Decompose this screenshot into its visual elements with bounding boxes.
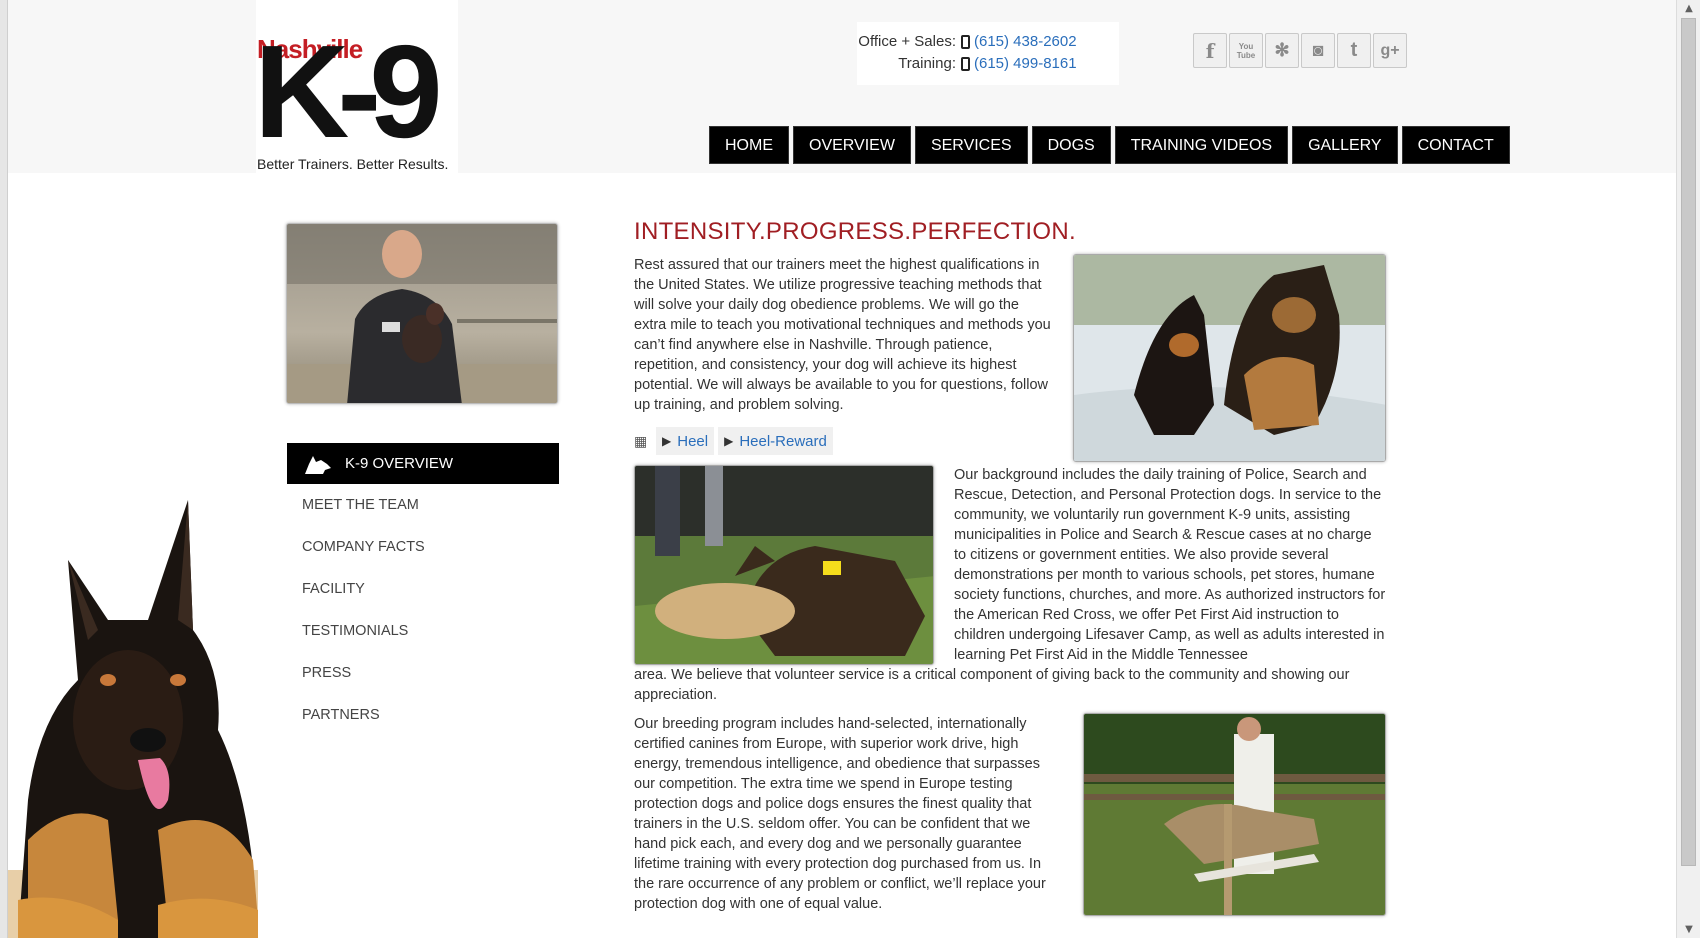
- office-phone-row: Office + Sales: (615) 438-2602: [857, 33, 1119, 53]
- social-links: f You Tube ✻ ◙ t g+: [1193, 33, 1407, 68]
- breeding-paragraph: Our breeding program includes hand-selec…: [634, 716, 1046, 912]
- nav-services[interactable]: SERVICES: [914, 126, 1028, 164]
- twitter-icon[interactable]: t: [1337, 33, 1371, 68]
- sidebar-item-meet-the-team[interactable]: MEET THE TEAM: [287, 484, 559, 526]
- main-navigation: HOME OVERVIEW SERVICES DOGS TRAINING VID…: [709, 126, 1510, 164]
- logo-k9-mark: K-9: [254, 18, 443, 165]
- film-icon: ▦: [634, 432, 648, 449]
- nav-training-videos[interactable]: TRAINING VIDEOS: [1114, 126, 1289, 164]
- sidebar-item-partners[interactable]: PARTNERS: [287, 694, 559, 736]
- contact-phones: Office + Sales: (615) 438-2602 Training:…: [857, 22, 1119, 85]
- google-plus-icon[interactable]: g+: [1373, 33, 1407, 68]
- dog-bite-training-photo: [634, 465, 934, 665]
- video-label: Heel-Reward: [739, 432, 827, 450]
- office-label: Office + Sales:: [858, 33, 956, 50]
- training-label: Training:: [898, 55, 956, 72]
- office-phone-link[interactable]: (615) 438-2602: [974, 33, 1077, 50]
- sidebar-item-facility[interactable]: FACILITY: [287, 568, 559, 610]
- play-icon: ▶: [662, 434, 672, 448]
- mobile-phone-icon: [961, 57, 970, 71]
- page-headline: INTENSITY.PROGRESS.PERFECTION.: [634, 218, 1076, 245]
- nav-home[interactable]: HOME: [709, 126, 789, 164]
- german-shepherd-illustration: [8, 500, 258, 938]
- training-video-links: ▦ ▶ Heel ▶ Heel-Reward: [634, 427, 833, 455]
- trainer-with-puppy-photo: [286, 223, 558, 404]
- sidebar-item-press[interactable]: PRESS: [287, 652, 559, 694]
- sidebar-item-company-facts[interactable]: COMPANY FACTS: [287, 526, 559, 568]
- site-logo[interactable]: Nashville K-9 Better Trainers. Better Re…: [254, 0, 458, 173]
- video-heel-button[interactable]: ▶ Heel: [656, 427, 715, 455]
- sidebar-item-testimonials[interactable]: TESTIMONIALS: [287, 610, 559, 652]
- sidebar-item-k9-overview[interactable]: K-9 OVERVIEW: [287, 443, 559, 484]
- dog-jumping-hurdle-photo: [1083, 713, 1386, 916]
- yelp-icon[interactable]: ✻: [1265, 33, 1299, 68]
- background-paragraph-continued: area. We believe that volunteer service …: [634, 667, 1350, 703]
- facebook-icon[interactable]: f: [1193, 33, 1227, 68]
- video-label: Heel: [677, 432, 709, 450]
- two-dogs-snow-photo: [1073, 254, 1386, 462]
- training-phone-row: Training: (615) 499-8161: [857, 55, 1119, 75]
- dog-head-icon: [305, 455, 331, 474]
- scroll-up-arrow-icon[interactable]: ▲: [1677, 0, 1700, 17]
- intro-paragraph: Rest assured that our trainers meet the …: [634, 257, 1051, 413]
- scroll-down-arrow-icon[interactable]: ▼: [1677, 921, 1700, 938]
- nav-gallery[interactable]: GALLERY: [1292, 126, 1398, 164]
- play-icon: ▶: [724, 434, 734, 448]
- instagram-icon[interactable]: ◙: [1301, 33, 1335, 68]
- vertical-scrollbar[interactable]: ▲ ▼: [1676, 0, 1700, 938]
- nav-overview[interactable]: OVERVIEW: [793, 126, 911, 164]
- mobile-phone-icon: [961, 35, 970, 49]
- background-paragraph: Our background includes the daily traini…: [954, 467, 1386, 663]
- nav-contact[interactable]: CONTACT: [1401, 126, 1510, 164]
- sidebar-item-label: K-9 OVERVIEW: [345, 455, 454, 472]
- video-heel-reward-button[interactable]: ▶ Heel-Reward: [718, 427, 833, 455]
- scrollbar-thumb[interactable]: [1681, 18, 1696, 866]
- training-phone-link[interactable]: (615) 499-8161: [974, 55, 1077, 72]
- sidebar-menu: K-9 OVERVIEW MEET THE TEAM COMPANY FACTS…: [287, 443, 559, 736]
- window-left-edge: [0, 0, 8, 938]
- nav-dogs[interactable]: DOGS: [1031, 126, 1111, 164]
- main-content: INTENSITY.PROGRESS.PERFECTION.: [634, 218, 1386, 248]
- youtube-icon[interactable]: You Tube: [1229, 33, 1263, 68]
- logo-tagline: Better Trainers. Better Results.: [257, 156, 449, 172]
